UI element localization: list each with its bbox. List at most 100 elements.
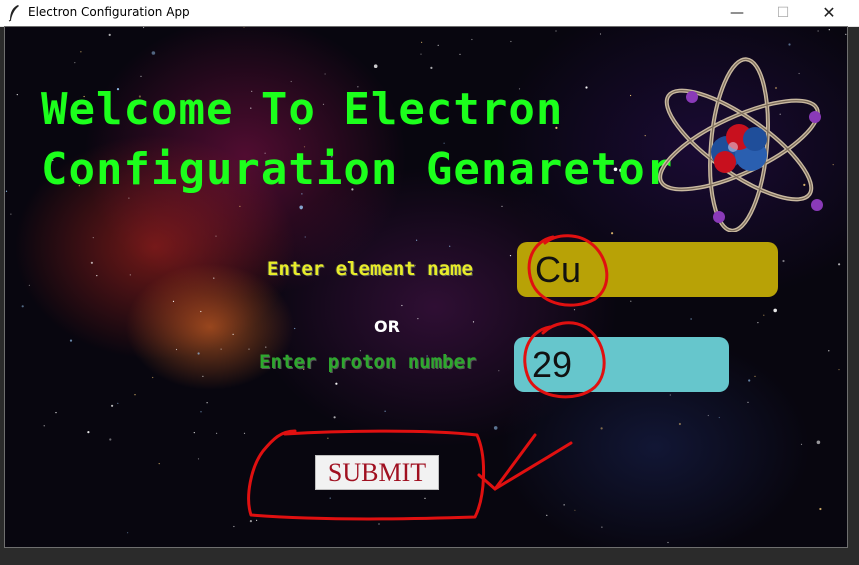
star	[304, 236, 306, 238]
proton-number-value: 29	[532, 343, 573, 385]
star	[111, 404, 114, 407]
app-canvas: Welcome To Electron Configuration Genare…	[5, 27, 847, 547]
star	[471, 38, 473, 41]
star	[197, 458, 200, 460]
star	[90, 261, 93, 264]
star	[601, 526, 603, 528]
star	[213, 277, 215, 279]
star	[817, 30, 819, 32]
star	[215, 235, 217, 237]
star	[509, 255, 512, 257]
star	[69, 339, 73, 342]
star	[819, 507, 822, 511]
star	[845, 33, 847, 35]
star	[193, 432, 195, 434]
star	[420, 53, 422, 55]
star	[16, 94, 18, 96]
star	[757, 322, 759, 324]
star	[498, 370, 500, 372]
star	[763, 314, 765, 316]
star	[417, 318, 419, 320]
star	[152, 376, 154, 379]
star	[816, 440, 821, 445]
star	[197, 352, 200, 355]
minimize-button[interactable]: —	[714, 0, 760, 26]
star	[828, 350, 830, 352]
star	[838, 369, 840, 371]
star	[630, 300, 632, 302]
close-button[interactable]: ✕	[806, 0, 852, 26]
star	[290, 80, 292, 83]
star	[788, 43, 791, 46]
star	[384, 410, 386, 412]
element-name-label: Enter element name	[267, 258, 473, 280]
star	[109, 438, 112, 441]
proton-number-label: Enter proton number	[259, 351, 477, 373]
star	[707, 414, 709, 417]
star	[43, 425, 45, 427]
star	[437, 44, 439, 46]
star	[87, 431, 90, 434]
star	[248, 348, 250, 350]
star	[718, 416, 720, 419]
star	[449, 245, 451, 247]
star	[140, 75, 142, 77]
star	[28, 284, 30, 286]
star	[299, 205, 304, 210]
feather-icon	[8, 5, 19, 22]
proton-number-input[interactable]: 29	[514, 337, 729, 392]
star	[510, 40, 512, 43]
star	[200, 310, 202, 313]
star	[96, 275, 98, 277]
star	[158, 463, 160, 465]
star	[151, 51, 156, 55]
star	[832, 164, 834, 166]
star	[424, 497, 426, 499]
submit-button[interactable]: SUBMIT	[315, 455, 439, 490]
star	[10, 213, 12, 215]
star	[501, 205, 503, 207]
star	[134, 394, 136, 396]
star	[378, 523, 380, 525]
star	[327, 437, 329, 439]
star	[294, 327, 296, 330]
star	[573, 309, 576, 311]
star	[373, 64, 378, 68]
star	[599, 33, 602, 35]
star	[265, 346, 267, 348]
star	[55, 412, 57, 414]
heading-line-1: Welcome To Electron	[41, 84, 564, 135]
star	[773, 308, 777, 313]
star	[117, 402, 119, 404]
star	[459, 53, 461, 55]
star	[828, 29, 830, 31]
star	[748, 379, 751, 382]
star	[838, 263, 841, 266]
star	[143, 27, 145, 29]
atom-icon	[658, 57, 823, 232]
star	[21, 305, 24, 308]
star	[233, 525, 235, 528]
star	[202, 375, 204, 377]
star	[669, 394, 671, 396]
star	[92, 237, 94, 239]
star	[754, 375, 756, 377]
star	[216, 432, 218, 434]
element-name-input[interactable]: Cu	[517, 242, 778, 297]
star	[80, 51, 82, 53]
star	[335, 382, 338, 385]
star	[546, 514, 548, 516]
star	[630, 94, 632, 97]
star	[243, 432, 246, 434]
star	[421, 41, 423, 43]
star	[430, 66, 433, 69]
star	[200, 411, 202, 413]
star	[220, 348, 222, 350]
maximize-button[interactable]: ☐	[760, 0, 806, 26]
element-name-value: Cu	[535, 248, 582, 290]
star	[249, 520, 252, 523]
star	[782, 259, 785, 263]
or-label: OR	[374, 317, 400, 336]
star	[555, 30, 557, 32]
star	[585, 86, 588, 89]
